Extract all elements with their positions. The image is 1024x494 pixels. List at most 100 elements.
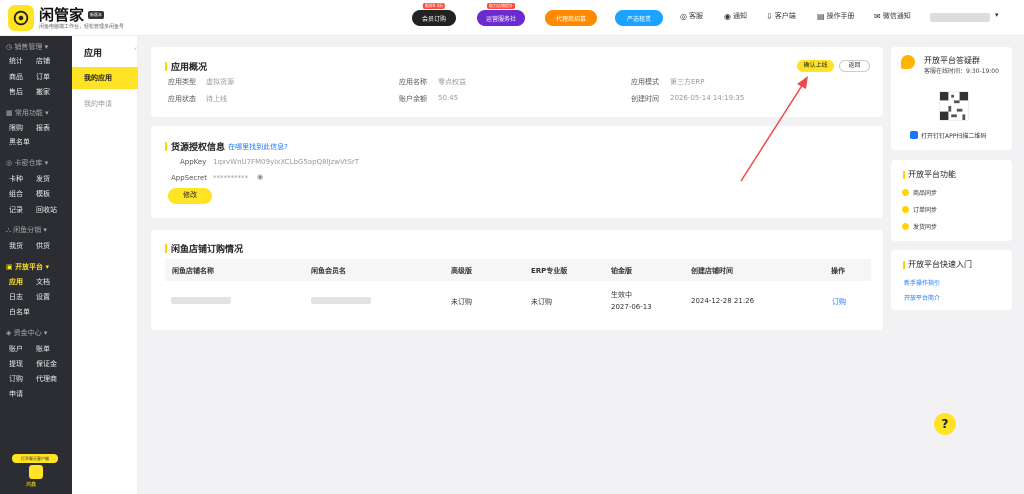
feature-label: 发货同步	[913, 224, 938, 231]
chat-client-promo[interactable]: 打开聊天客户端	[12, 454, 58, 463]
sidebar-item-app[interactable]: 应用	[9, 277, 23, 287]
sidebar-item-delivery[interactable]: 发货	[36, 174, 50, 184]
qa-group-title: 开放平台答疑群	[924, 56, 980, 65]
sidebar-item-withdraw[interactable]: 提现	[9, 359, 23, 369]
nav-wechat[interactable]: ✉ 微信通知	[874, 11, 911, 21]
sidebar-item-settings[interactable]: 设置	[36, 292, 50, 302]
sidebar-item-agent[interactable]: 代理商	[36, 374, 57, 384]
sidebar-section-openplatform[interactable]: ▣ 开放平台 ▾	[6, 262, 49, 272]
appkey-value: 1qxvWnU7FM09yIxXCLbG5apQ8lJzwVtSrT	[213, 158, 360, 166]
sidebar-item-blacklist[interactable]: 黑名单	[9, 137, 30, 147]
confirm-launch-button[interactable]: 确认上线	[797, 60, 834, 72]
section-label: 开放平台	[15, 263, 44, 271]
sidebar-section-sales[interactable]: ◷ 销售管理 ▾	[6, 42, 48, 52]
guide-link[interactable]: 新手操作指引	[904, 278, 940, 287]
col-erp: ERP专业版	[531, 267, 568, 275]
features-card: 开放平台功能 商品同步 订单同步 发货同步	[891, 160, 1012, 241]
sidebar-item-bill[interactable]: 账单	[36, 344, 50, 354]
badge-label: 代理商招募	[555, 15, 586, 23]
app-overview-card: 应用概况 确认上线 返回 应用类型 虚拟货源 应用名称 零点权益 应用模式 第三…	[151, 47, 883, 117]
badge-label: 运营服务社	[485, 15, 516, 23]
sidebar-item-stats[interactable]: 统计	[9, 56, 23, 66]
sidebar-item-shop[interactable]: 店铺	[36, 56, 50, 66]
help-icon[interactable]: ?	[934, 413, 956, 435]
section-label: 资金中心	[13, 329, 42, 337]
sidebar-item-records[interactable]: 记录	[9, 205, 23, 215]
eye-icon[interactable]: ◉	[257, 173, 263, 181]
sidebar-item-limit[interactable]: 限购	[9, 123, 23, 133]
download-icon: ⇩	[766, 11, 773, 21]
nav-service[interactable]: ◎ 客服	[680, 11, 703, 21]
nav-client[interactable]: ⇩ 客户端	[766, 11, 796, 21]
quick-start-card: 开放平台快速入门 新手操作指引 开放平台简介	[891, 250, 1012, 310]
app-status-value: 待上线	[206, 95, 227, 103]
sidebar: ◷ 销售管理 ▾ 统计 店铺 商品 订单 售后 搬家 ▦ 常用功能 ▾ 限购 报…	[0, 36, 72, 494]
sidebar-item-move[interactable]: 搬家	[36, 87, 50, 97]
col-created: 创建店铺时间	[691, 267, 733, 275]
table-header: 闲鱼店铺名称 闲鱼会员名 高级版 ERP专业版 铂金版 创建店铺时间 操作	[165, 259, 871, 281]
appsecret-label: AppSecret	[171, 174, 208, 182]
operation-service-badge[interactable]: 助力店铺提升 运营服务社	[477, 3, 525, 26]
section-label: 卡密仓库	[14, 159, 43, 167]
edit-button[interactable]: 修改	[168, 188, 212, 204]
sidebar-section-cards[interactable]: ◎ 卡密仓库 ▾	[6, 158, 48, 168]
qr-code	[939, 91, 969, 121]
nav-manual[interactable]: ▤ 操作手册	[817, 11, 855, 21]
agent-recruit-badge[interactable]: 代理商招募	[545, 10, 597, 26]
member-order-badge[interactable]: 限时8.5折 会员订购	[412, 3, 456, 26]
brand-subtitle: 闲鱼电脑端工作台，轻松管理多闲鱼号	[39, 24, 125, 30]
intro-link[interactable]: 开放平台简介	[904, 293, 940, 302]
platform-icon: ▣	[6, 263, 13, 271]
auth-title: 货源授权信息 在哪里找到此信息?	[165, 140, 288, 154]
sidebar-item-goods[interactable]: 商品	[9, 72, 23, 82]
caret-down-icon[interactable]: ▾	[995, 11, 999, 19]
field-label: 应用模式	[631, 78, 659, 86]
badge-label: 会员订购	[421, 15, 446, 23]
sidebar-item-deposit[interactable]: 保证金	[36, 359, 57, 369]
sidebar-section-finance[interactable]: ◈ 资金中心 ▾	[6, 328, 47, 338]
erp-status: 未订购	[531, 298, 552, 306]
badge-tip: 助力店铺提升	[487, 3, 515, 9]
sidebar-item-account[interactable]: 账户	[9, 344, 23, 354]
help-link[interactable]: 在哪里找到此信息?	[228, 142, 288, 152]
nav-label: 微信通知	[882, 12, 911, 20]
mascot-icon	[901, 55, 915, 69]
field-label: 应用名称	[399, 78, 427, 86]
back-button[interactable]: 返回	[839, 60, 870, 72]
collapse-chevron-icon[interactable]: ‹	[134, 44, 137, 53]
logo-icon[interactable]	[8, 5, 34, 31]
sidebar-item-aftersale[interactable]: 售后	[9, 87, 23, 97]
sidebar-item-template[interactable]: 模板	[36, 189, 50, 199]
col-shop-name: 闲鱼店铺名称	[172, 267, 214, 275]
nav-notify[interactable]: ◉ 通知	[724, 11, 747, 21]
sidebar-item-mygoods[interactable]: 我货	[9, 241, 23, 251]
sidebar-item-whitelist[interactable]: 白名单	[9, 307, 30, 317]
check-icon	[902, 223, 909, 230]
user-account[interactable]	[930, 13, 990, 22]
subnav-my-applications[interactable]: 我的申请	[72, 93, 138, 115]
sidebar-item-cardtype[interactable]: 卡种	[9, 174, 23, 184]
sidebar-section-common[interactable]: ▦ 常用功能 ▾	[6, 108, 49, 118]
sidebar-item-subscribe[interactable]: 订购	[9, 374, 23, 384]
sidebar-item-docs[interactable]: 文档	[36, 277, 50, 287]
sidebar-item-orders[interactable]: 订单	[36, 72, 50, 82]
app-type-value: 虚拟货源	[206, 78, 234, 86]
gift-label: 鸿鑫	[26, 482, 37, 488]
sidebar-item-apply[interactable]: 申请	[9, 389, 23, 399]
gift-icon[interactable]	[29, 465, 43, 479]
auth-info-card: 货源授权信息 在哪里找到此信息? AppKey 1qxvWnU7FM09yIxX…	[151, 126, 883, 218]
rental-badge[interactable]: 严选租赁	[615, 10, 663, 26]
col-advanced: 高级版	[451, 267, 472, 275]
sidebar-item-supply[interactable]: 供货	[36, 241, 50, 251]
feature-item: 商品同步	[902, 188, 937, 197]
sidebar-section-distribution[interactable]: ⛬ 闲鱼分销 ▾	[6, 225, 47, 235]
feature-label: 订单同步	[913, 207, 938, 214]
sidebar-item-logs[interactable]: 日志	[9, 292, 23, 302]
grid-icon: ▦	[6, 109, 13, 117]
sidebar-item-report[interactable]: 报表	[36, 123, 50, 133]
subscribe-link[interactable]: 订购	[832, 297, 846, 307]
sidebar-item-recycle[interactable]: 回收站	[36, 205, 57, 215]
subscription-card: 闲鱼店铺订购情况 闲鱼店铺名称 闲鱼会员名 高级版 ERP专业版 铂金版 创建店…	[151, 230, 883, 330]
subnav-my-apps[interactable]: 我的应用	[72, 67, 138, 89]
sidebar-item-combo[interactable]: 组合	[9, 189, 23, 199]
